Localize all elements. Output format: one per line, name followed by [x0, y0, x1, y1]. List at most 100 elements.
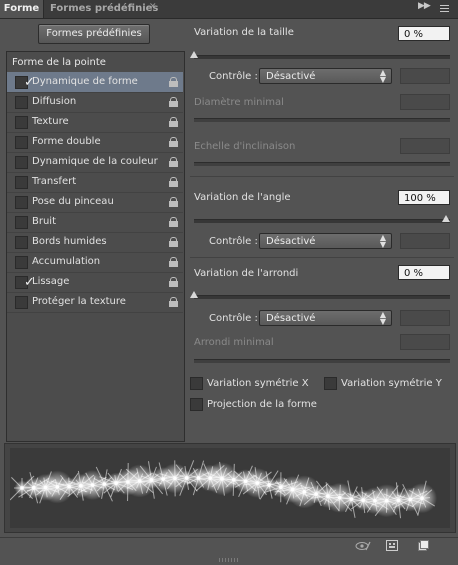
roundness-control-value: Désactivé: [266, 313, 315, 324]
min-roundness-field: [400, 334, 450, 350]
size-jitter-slider-thumb[interactable]: [190, 51, 198, 58]
chevron-updown-icon: ▲▼: [380, 234, 386, 248]
roundness-control-dropdown[interactable]: Désactivé ▲▼: [259, 310, 392, 326]
min-diameter-slider: [194, 118, 450, 122]
min-diameter-label: Diamètre minimal: [194, 97, 284, 108]
lock-icon[interactable]: [169, 97, 178, 107]
list-item-label: Bords humides: [32, 236, 107, 247]
list-item-label: Dynamique de forme: [32, 76, 138, 87]
list-item[interactable]: ✓ Dynamique de forme: [7, 72, 183, 93]
size-jitter-value[interactable]: 0 %: [398, 26, 450, 41]
lock-icon[interactable]: [169, 297, 178, 307]
list-item-label: Lissage: [32, 276, 69, 287]
list-item-label: Bruit: [32, 216, 56, 227]
list-item-checkbox[interactable]: [15, 176, 28, 189]
tilt-scale-field: [400, 138, 450, 154]
angle-control-dropdown[interactable]: Désactivé ▲▼: [259, 233, 392, 249]
angle-jitter-slider[interactable]: [194, 219, 450, 223]
flip-x-label: Variation symétrie X: [207, 378, 309, 389]
flip-y-checkbox[interactable]: [324, 377, 337, 390]
stroke-preview: [10, 448, 450, 528]
roundness-jitter-slider-thumb[interactable]: [190, 291, 198, 298]
stroke-preview-graphic: [10, 448, 450, 528]
size-control-value: Désactivé: [266, 71, 315, 82]
tab-formes-predefinies[interactable]: Formes prédéfinies: [50, 0, 158, 18]
list-item-label: Diffusion: [32, 96, 76, 107]
roundness-jitter-value[interactable]: 0 %: [398, 265, 450, 280]
lock-icon[interactable]: [169, 137, 178, 147]
list-item-label: Dynamique de la couleur: [32, 156, 158, 167]
size-control-dropdown[interactable]: Désactivé ▲▼: [259, 68, 392, 84]
list-item[interactable]: Bords humides: [7, 232, 183, 253]
presets-button[interactable]: Formes prédéfinies: [38, 24, 150, 44]
min-roundness-slider: [194, 359, 450, 363]
list-item-checkbox[interactable]: [15, 116, 28, 129]
chevron-updown-icon: ▲▼: [380, 311, 386, 325]
list-item[interactable]: Dynamique de la couleur: [7, 152, 183, 173]
double-chevron-right-icon[interactable]: ▶▶: [418, 1, 430, 11]
divider: [190, 257, 454, 258]
flip-y-label: Variation symétrie Y: [341, 378, 442, 389]
lock-icon[interactable]: [169, 237, 178, 247]
list-item-label: Accumulation: [32, 256, 100, 267]
list-item[interactable]: Accumulation: [7, 252, 183, 273]
list-item-checkbox[interactable]: ✓: [15, 76, 28, 89]
list-item[interactable]: Pose du pinceau: [7, 192, 183, 213]
brush-grid-icon[interactable]: [386, 540, 398, 551]
brush-tip-shape-item[interactable]: Forme de la pointe: [12, 57, 106, 68]
resize-grip[interactable]: [219, 558, 239, 562]
size-control-label: Contrôle :: [209, 71, 258, 82]
list-item-checkbox[interactable]: [15, 296, 28, 309]
angle-control-fade-field: [400, 233, 450, 249]
lock-icon[interactable]: [169, 77, 178, 87]
lock-icon[interactable]: [169, 217, 178, 227]
tilt-scale-slider: [194, 162, 450, 166]
brush-projection-checkbox[interactable]: [190, 398, 203, 411]
min-roundness-label: Arrondi minimal: [194, 337, 274, 348]
list-item-checkbox[interactable]: [15, 216, 28, 229]
list-item-checkbox[interactable]: [15, 256, 28, 269]
angle-jitter-label: Variation de l'angle: [194, 192, 291, 203]
list-item-label: Protéger la texture: [32, 296, 126, 307]
angle-control-label: Contrôle :: [209, 236, 258, 247]
list-item-label: Pose du pinceau: [32, 196, 114, 207]
size-jitter-slider[interactable]: [194, 55, 450, 59]
size-control-fade-field: [400, 68, 450, 84]
angle-control-value: Désactivé: [266, 236, 315, 247]
list-item-checkbox[interactable]: [15, 96, 28, 109]
close-icon[interactable]: ✕: [149, 2, 157, 12]
chevron-updown-icon: ▲▼: [380, 69, 386, 83]
angle-jitter-value[interactable]: 100 %: [398, 190, 450, 205]
panel-menu-icon[interactable]: [437, 3, 451, 15]
lock-icon[interactable]: [169, 197, 178, 207]
flip-x-checkbox[interactable]: [190, 377, 203, 390]
list-item[interactable]: Protéger la texture: [7, 292, 183, 313]
lock-icon[interactable]: [169, 117, 178, 127]
list-item[interactable]: Forme double: [7, 132, 183, 153]
list-item[interactable]: Diffusion: [7, 92, 183, 113]
roundness-jitter-slider[interactable]: [194, 295, 450, 299]
list-item-label: Texture: [32, 116, 69, 127]
list-item-label: Transfert: [32, 176, 76, 187]
list-item[interactable]: Bruit: [7, 212, 183, 233]
list-item[interactable]: Transfert: [7, 172, 183, 193]
new-preset-icon[interactable]: [418, 540, 429, 551]
list-item-checkbox[interactable]: [15, 236, 28, 249]
angle-jitter-slider-thumb[interactable]: [442, 215, 450, 222]
list-item-checkbox[interactable]: ✓: [15, 276, 28, 289]
list-item[interactable]: ✓ Lissage: [7, 272, 183, 293]
toggle-live-tip-icon[interactable]: [355, 540, 371, 552]
list-item-checkbox[interactable]: [15, 136, 28, 149]
lock-icon[interactable]: [169, 277, 178, 287]
divider: [190, 176, 454, 177]
lock-icon[interactable]: [169, 157, 178, 167]
tab-forme[interactable]: Forme: [0, 0, 44, 18]
roundness-jitter-label: Variation de l'arrondi: [194, 268, 298, 279]
list-item[interactable]: Texture: [7, 112, 183, 133]
list-item-checkbox[interactable]: [15, 196, 28, 209]
roundness-control-label: Contrôle :: [209, 313, 258, 324]
brush-projection-label: Projection de la forme: [207, 399, 317, 410]
lock-icon[interactable]: [169, 177, 178, 187]
lock-icon[interactable]: [169, 257, 178, 267]
list-item-checkbox[interactable]: [15, 156, 28, 169]
